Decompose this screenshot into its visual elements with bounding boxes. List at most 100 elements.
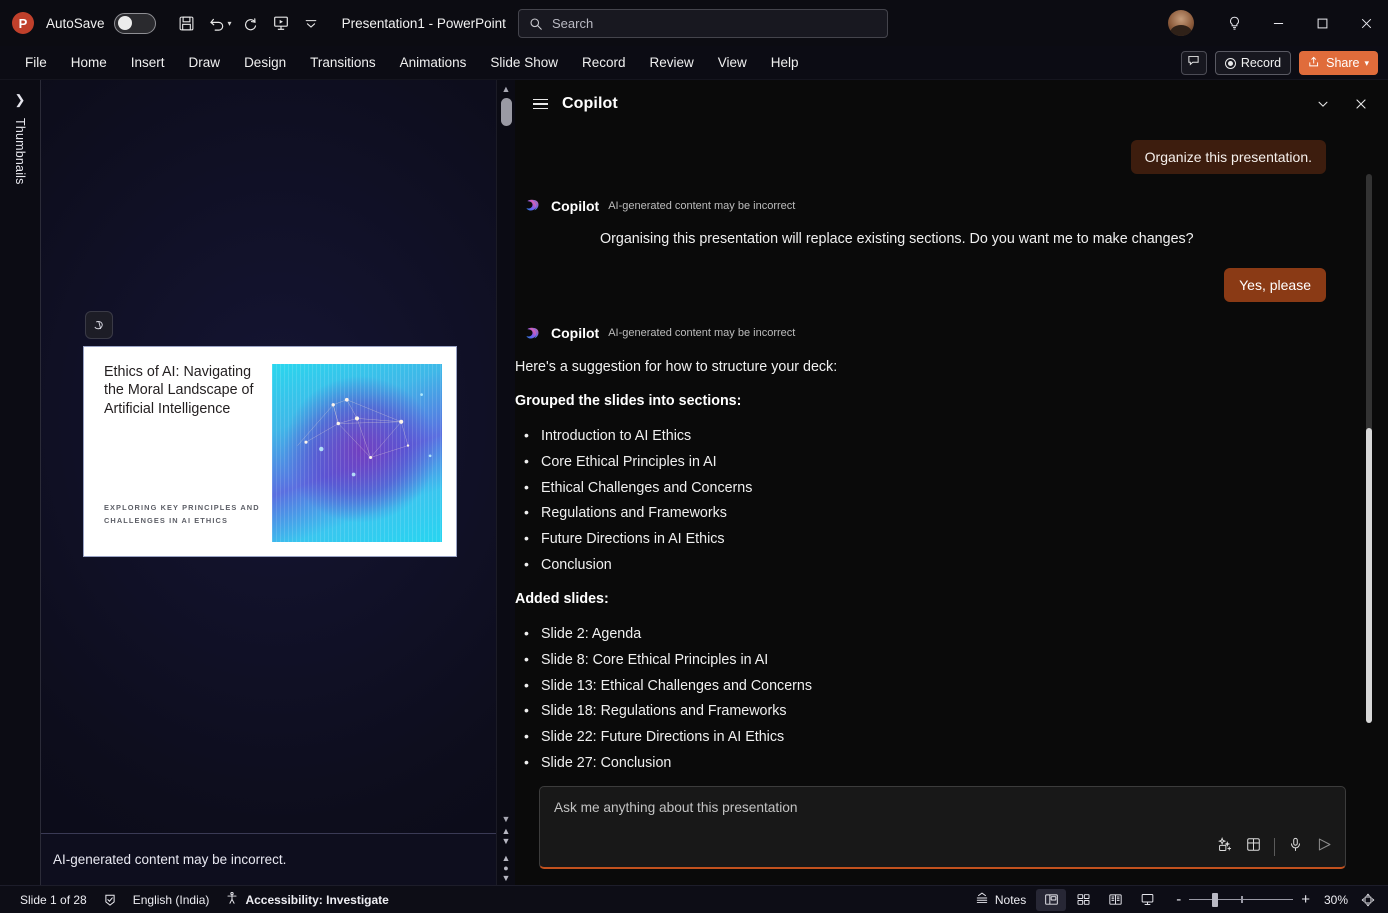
customize-quick-access-icon[interactable] — [296, 9, 326, 37]
tab-help[interactable]: Help — [760, 51, 810, 74]
ribbon-tabs: File Home Insert Draw Design Transitions… — [0, 46, 1388, 80]
tab-design[interactable]: Design — [233, 51, 297, 74]
slide-count[interactable]: Slide 1 of 28 — [12, 893, 95, 907]
copilot-composer[interactable]: Ask me anything about this presentation — [539, 786, 1346, 869]
copilot-logo-icon — [523, 196, 542, 215]
scrollbar-thumb[interactable] — [1366, 428, 1372, 723]
tab-home[interactable]: Home — [60, 51, 118, 74]
assistant-message-2: Copilot AI-generated content may be inco… — [515, 324, 1346, 778]
chevron-right-icon[interactable]: ❯ — [15, 92, 26, 108]
search-input[interactable]: Search — [518, 9, 888, 38]
slideshow-view-icon[interactable] — [1132, 889, 1162, 911]
next-slide-icon[interactable]: ▼ — [502, 837, 511, 846]
close-icon[interactable] — [1346, 89, 1376, 119]
assistant-name: Copilot — [551, 325, 599, 341]
status-bar: Slide 1 of 28 English (India) Accessibil… — [0, 885, 1388, 913]
save-icon[interactable] — [172, 9, 202, 37]
notes-scroll-up-icon[interactable]: ▲ — [502, 854, 511, 863]
normal-view-icon[interactable] — [1036, 889, 1066, 911]
suggested-action-row: Yes, please — [515, 268, 1346, 302]
language-label[interactable]: English (India) — [125, 893, 218, 907]
apps-icon[interactable] — [1245, 836, 1262, 858]
share-button[interactable]: Share ▾ — [1299, 51, 1378, 75]
send-icon[interactable] — [1316, 836, 1333, 858]
tab-draw[interactable]: Draw — [178, 51, 232, 74]
slide-text-block: Ethics of AI: Navigating the Moral Lands… — [104, 363, 264, 544]
tab-slide-show[interactable]: Slide Show — [479, 51, 569, 74]
undo-dropdown-icon[interactable]: ▾ — [228, 19, 232, 28]
tools-divider — [1274, 838, 1275, 856]
lightbulb-icon[interactable] — [1212, 0, 1256, 46]
record-button[interactable]: Record — [1215, 51, 1291, 75]
tab-review[interactable]: Review — [639, 51, 705, 74]
microphone-icon[interactable] — [1287, 836, 1304, 858]
assistant-message-text: Organising this presentation will replac… — [515, 229, 1346, 250]
scrollbar-thumb[interactable] — [501, 98, 512, 126]
toggle-knob — [118, 16, 132, 30]
tab-insert[interactable]: Insert — [120, 51, 176, 74]
accessibility-icon — [225, 891, 239, 908]
start-slideshow-icon[interactable] — [266, 9, 296, 37]
redo-icon[interactable] — [236, 9, 266, 37]
share-dropdown-icon[interactable]: ▾ — [1364, 58, 1369, 69]
list-item: Slide 2: Agenda — [515, 624, 1346, 645]
notes-label: Notes — [995, 893, 1026, 907]
previous-slide-icon[interactable]: ▲ — [502, 827, 511, 836]
slide-canvas[interactable]: Ethics of AI: Navigating the Moral Lands… — [41, 80, 515, 833]
previous-next-slide-controls[interactable]: ▲ ▼ — [502, 827, 511, 848]
maximize-button[interactable] — [1300, 0, 1344, 46]
slide-thumbnail[interactable]: Ethics of AI: Navigating the Moral Lands… — [83, 346, 457, 557]
scroll-down-arrow[interactable]: ▼ — [497, 810, 515, 827]
status-right-controls: Notes — [967, 889, 1380, 911]
notes-bar[interactable]: AI-generated content may be incorrect. — [41, 833, 515, 885]
copilot-scrollbar[interactable] — [1366, 128, 1372, 778]
assistant-message-1: Copilot AI-generated content may be inco… — [515, 196, 1346, 250]
chevron-down-icon[interactable] — [1308, 89, 1338, 119]
hamburger-icon[interactable] — [533, 99, 548, 109]
tab-view[interactable]: View — [707, 51, 758, 74]
record-button-label: Record — [1241, 56, 1281, 70]
notes-button[interactable]: Notes — [967, 891, 1034, 908]
zoom-level[interactable]: 30% — [1318, 893, 1348, 907]
reading-view-icon[interactable] — [1100, 889, 1130, 911]
assistant-intro-text: Here's a suggestion for how to structure… — [515, 357, 1346, 378]
zoom-controls: - + 30% — [1176, 889, 1380, 911]
thumbnails-rail[interactable]: ❯ Thumbnails — [0, 80, 41, 885]
slide-image — [272, 364, 442, 542]
slide-scrollbar[interactable]: ▲ ▼ ▲ ▼ ▲ ● ▼ — [496, 80, 515, 885]
zoom-out-button[interactable]: - — [1176, 891, 1181, 908]
titlebar-right-controls — [1168, 0, 1388, 46]
copilot-title: Copilot — [562, 95, 618, 113]
notes-scroll-thumb-icon[interactable]: ● — [503, 864, 508, 873]
tab-record[interactable]: Record — [571, 51, 637, 74]
notes-scroll-controls[interactable]: ▲ ● ▼ — [502, 854, 511, 885]
minimize-button[interactable] — [1256, 0, 1300, 46]
list-item: Ethical Challenges and Concerns — [515, 478, 1346, 499]
powerpoint-window: P AutoSave ▾ — [0, 0, 1388, 913]
slide-subtitle: EXPLORING KEY PRINCIPLES AND CHALLENGES … — [104, 501, 264, 528]
slide-sorter-icon[interactable] — [1068, 889, 1098, 911]
zoom-slider-handle[interactable] — [1212, 893, 1218, 907]
avatar[interactable] — [1168, 10, 1194, 36]
copilot-floating-button[interactable] — [85, 311, 113, 339]
prompt-gallery-icon[interactable] — [1216, 836, 1233, 858]
close-button[interactable] — [1344, 0, 1388, 46]
tab-animations[interactable]: Animations — [389, 51, 478, 74]
copilot-conversation[interactable]: Organize this presentation. — [515, 128, 1388, 778]
fit-slide-icon[interactable] — [1356, 889, 1380, 911]
tab-transitions[interactable]: Transitions — [299, 51, 387, 74]
notes-scroll-down-icon[interactable]: ▼ — [502, 874, 511, 883]
autosave-toggle[interactable] — [114, 13, 156, 34]
yes-please-button[interactable]: Yes, please — [1224, 268, 1326, 302]
assistant-header: Copilot AI-generated content may be inco… — [515, 324, 1346, 343]
added-slides-heading: Added slides: — [515, 589, 1346, 610]
spellcheck-icon[interactable] — [95, 893, 125, 907]
comment-icon — [1187, 54, 1200, 72]
accessibility-status[interactable]: Accessibility: Investigate — [217, 891, 396, 908]
scroll-up-arrow[interactable]: ▲ — [497, 80, 515, 97]
tab-file[interactable]: File — [14, 51, 58, 74]
zoom-in-button[interactable]: + — [1301, 891, 1310, 908]
zoom-slider[interactable] — [1189, 893, 1293, 907]
accessibility-label: Accessibility: Investigate — [245, 893, 388, 907]
comments-button[interactable] — [1181, 51, 1207, 75]
